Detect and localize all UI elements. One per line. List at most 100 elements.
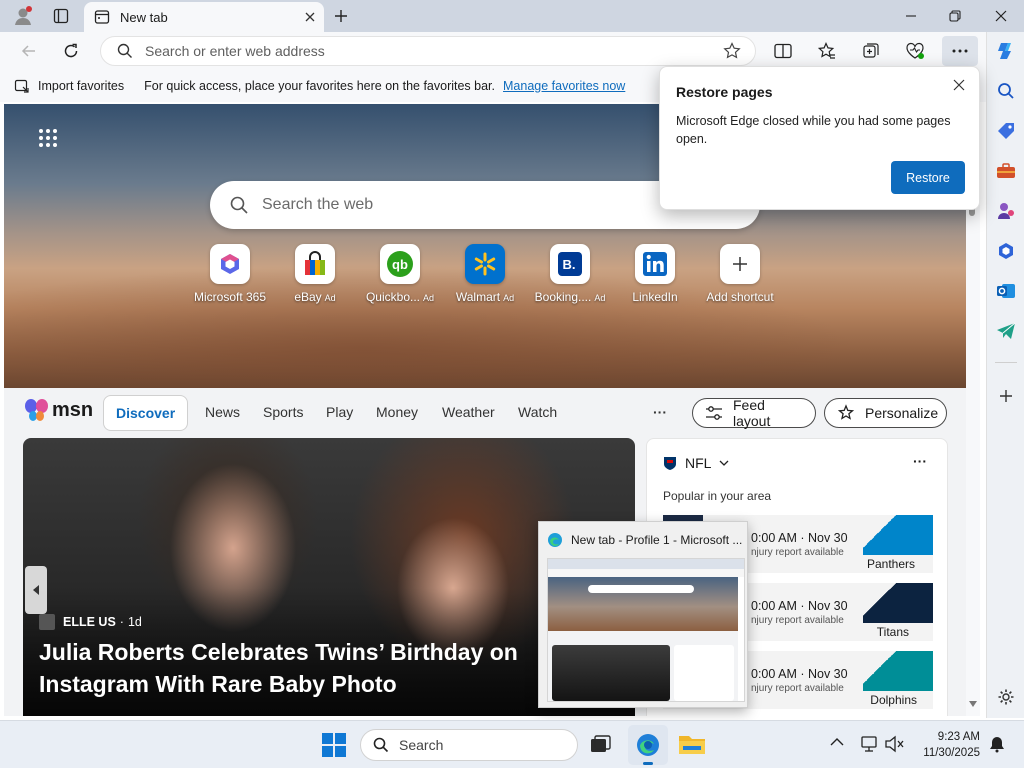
active-app-indicator <box>643 762 653 765</box>
manage-favorites-link[interactable]: Manage favorites now <box>503 79 625 93</box>
shortcut-booking[interactable]: B. Booking.... Ad <box>525 244 615 304</box>
dialog-message: Microsoft Edge closed while you had some… <box>676 114 951 146</box>
source-separator: · <box>119 615 124 629</box>
taskbar-window-preview[interactable]: New tab - Profile 1 - Microsoft ... <box>538 521 748 708</box>
titans-logo-icon <box>863 583 933 623</box>
dialog-close-icon[interactable] <box>949 75 969 95</box>
refresh-icon[interactable] <box>56 36 86 66</box>
ad-badge: Ad <box>594 293 606 303</box>
taskbar-edge-icon[interactable] <box>628 725 668 765</box>
feed-layout-button[interactable]: Feed layout <box>692 397 816 429</box>
ad-badge: Ad <box>503 293 515 303</box>
microsoft-365-logo-icon <box>210 244 250 284</box>
league-name: NFL <box>685 455 712 471</box>
copilot-icon[interactable] <box>991 36 1021 66</box>
favorite-star-icon[interactable] <box>723 42 741 60</box>
restore-button-label: Restore <box>906 170 950 185</box>
tab-close-icon[interactable] <box>296 12 324 22</box>
shortcut-walmart[interactable]: Walmart Ad <box>440 244 530 304</box>
add-sidebar-app-icon[interactable] <box>991 381 1021 411</box>
shortcut-add[interactable]: Add shortcut <box>695 244 785 304</box>
import-favorites-button[interactable]: Import favorites <box>14 78 124 94</box>
tab-watch[interactable]: Watch <box>518 404 557 420</box>
show-hidden-icons-chevron-icon[interactable] <box>830 737 844 747</box>
shortcut-ebay[interactable]: eBay Ad <box>270 244 360 304</box>
game-time: 0:00 AM · Nov 30 <box>751 599 848 613</box>
collections-icon[interactable] <box>856 36 886 66</box>
new-tab-plus-icon[interactable] <box>328 0 354 32</box>
taskbar-search-placeholder: Search <box>399 737 444 753</box>
sidebar-search-icon[interactable] <box>991 76 1021 106</box>
preview-header: New tab - Profile 1 - Microsoft ... <box>547 532 743 548</box>
shortcut-label: Walmart <box>455 290 501 304</box>
restore-button[interactable]: Restore <box>891 161 965 194</box>
source-name: ELLE US <box>63 615 116 629</box>
nfl-more-icon[interactable]: ··· <box>913 453 927 469</box>
tab-play[interactable]: Play <box>326 404 353 420</box>
article-headline[interactable]: Julia Roberts Celebrates Twins’ Birthday… <box>39 636 539 700</box>
back-arrow-icon[interactable] <box>14 36 44 66</box>
address-bar[interactable]: Search or enter web address <box>100 36 756 66</box>
shortcut-label: Microsoft 365 <box>193 290 267 304</box>
tab-new-tab[interactable]: New tab <box>84 2 324 32</box>
network-icon[interactable] <box>860 735 880 753</box>
shortcut-quickbooks[interactable]: qb Quickbo... Ad <box>355 244 445 304</box>
panthers-logo-icon <box>863 515 933 555</box>
shortcut-label: Quickbo... <box>365 290 420 304</box>
browser-essentials-icon[interactable] <box>900 36 930 66</box>
app-launcher-icon[interactable] <box>38 128 58 148</box>
article-age: 1d <box>127 615 142 629</box>
preview-title: New tab - Profile 1 - Microsoft ... <box>571 533 743 547</box>
team-name: Titans <box>876 625 909 639</box>
personalize-label: Personalize <box>865 405 939 421</box>
article-source: ELLE US · 1d <box>39 614 142 630</box>
shortcut-linkedin[interactable]: LinkedIn <box>610 244 700 304</box>
favorites-icon[interactable] <box>812 36 842 66</box>
restore-window-icon[interactable] <box>936 0 974 32</box>
msn-logo[interactable]: msn <box>24 398 93 422</box>
more-tabs-button[interactable]: ··· <box>653 404 667 420</box>
tab-sports[interactable]: Sports <box>263 404 303 420</box>
booking-logo-icon: B. <box>550 244 590 284</box>
web-search-icon <box>230 196 248 214</box>
tab-news[interactable]: News <box>205 404 240 420</box>
quickbooks-logo-icon: qb <box>380 244 420 284</box>
shortcut-microsoft-365[interactable]: Microsoft 365 <box>185 244 275 304</box>
edge-logo-icon <box>547 532 563 548</box>
settings-more-icon[interactable] <box>942 36 978 66</box>
sliders-icon <box>705 405 723 421</box>
add-shortcut-plus-icon <box>720 244 760 284</box>
chevron-down-icon <box>719 460 729 466</box>
split-screen-icon[interactable] <box>768 36 798 66</box>
games-icon[interactable] <box>991 196 1021 226</box>
microsoft-365-icon[interactable] <box>991 236 1021 266</box>
notifications-icon[interactable] <box>988 735 1006 753</box>
start-windows-icon[interactable] <box>320 731 348 759</box>
profile-avatar-icon[interactable] <box>8 0 38 32</box>
chevron-left-icon <box>33 585 39 595</box>
tab-discover[interactable]: Discover <box>103 395 189 431</box>
msn-nav-bar: msn Discover News Sports Play Money Weat… <box>4 388 966 438</box>
close-window-icon[interactable] <box>982 0 1020 32</box>
shortcut-label: Add shortcut <box>706 290 774 304</box>
task-view-icon[interactable] <box>588 733 612 757</box>
feed-layout-label: Feed layout <box>733 397 771 429</box>
system-clock[interactable]: 9:23 AM 11/30/2025 <box>912 729 980 761</box>
personalize-button[interactable]: Personalize <box>824 398 947 428</box>
tab-money[interactable]: Money <box>376 404 418 420</box>
file-explorer-icon[interactable] <box>678 731 706 757</box>
nfl-header[interactable]: NFL <box>663 455 729 471</box>
taskbar-search-box[interactable]: Search <box>360 729 578 761</box>
tab-weather[interactable]: Weather <box>442 404 495 420</box>
sidebar-settings-gear-icon[interactable] <box>991 682 1021 712</box>
shopping-tag-icon[interactable] <box>991 116 1021 146</box>
volume-muted-icon[interactable] <box>884 735 904 753</box>
minimize-icon[interactable] <box>892 0 930 32</box>
send-telegram-icon[interactable] <box>991 316 1021 346</box>
outlook-icon[interactable] <box>991 276 1021 306</box>
tools-briefcase-icon[interactable] <box>991 156 1021 186</box>
tab-actions-icon[interactable] <box>46 0 76 32</box>
carousel-previous-button[interactable] <box>25 566 47 614</box>
game-time: 0:00 AM · Nov 30 <box>751 531 848 545</box>
scroll-down-arrow-icon[interactable] <box>968 700 978 708</box>
